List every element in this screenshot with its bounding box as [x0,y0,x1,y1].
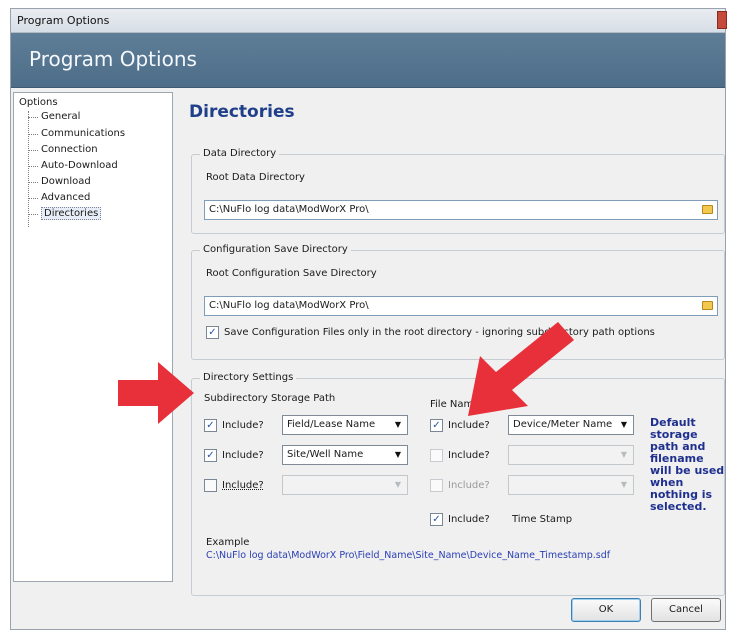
root-data-directory-field[interactable]: C:\NuFlo log data\ModWorX Pro\ [204,200,718,220]
ok-button[interactable]: OK [571,598,641,622]
subdir-select-3[interactable]: ▼ [282,475,408,495]
file-include-label-1: Include? [448,420,490,431]
data-directory-legend: Data Directory [200,148,280,159]
subdir-select-2[interactable]: Site/Well Name ▼ [282,445,408,465]
options-tree: Options General Communications Connectio… [13,92,173,582]
tree-item-advanced[interactable]: Advanced [28,191,90,205]
file-include-checkbox-2[interactable] [430,449,443,462]
file-include-label-3: Include? [448,480,490,491]
subdir-include-checkbox-3[interactable] [204,479,217,492]
config-directory-group: Configuration Save Directory Root Config… [191,244,725,360]
tree-item-label: Connection [41,144,98,155]
chevron-down-icon: ▼ [620,450,627,459]
file-select-1[interactable]: Device/Meter Name ▼ [508,415,634,435]
tree-item-directories[interactable]: Directories [28,207,102,221]
chevron-down-icon: ▼ [394,420,401,429]
file-select-value-1: Device/Meter Name [513,419,613,430]
window-title: Program Options [17,14,110,27]
chevron-down-icon: ▼ [620,480,627,489]
chevron-down-icon: ▼ [620,420,627,429]
tree-root-options[interactable]: Options [19,97,58,108]
chevron-down-icon: ▼ [394,450,401,459]
timestamp-label: Time Stamp [512,514,573,525]
file-include-checkbox-3[interactable] [430,479,443,492]
tree-item-label: Communications [41,128,126,139]
root-data-directory-value: C:\NuFlo log data\ModWorX Pro\ [209,204,369,215]
tree-item-communications[interactable]: Communications [28,127,125,141]
callout-arrow-right-icon [118,362,194,424]
subdir-select-value-2: Site/Well Name [287,449,364,460]
tree-item-label: Advanced [41,192,91,203]
example-path: C:\NuFlo log data\ModWorX Pro\Field_Name… [206,550,611,561]
chevron-down-icon: ▼ [394,480,401,489]
subdir-include-label-1: Include? [222,420,264,431]
tree-item-label: Download [41,176,91,187]
data-directory-group: Data Directory Root Data Directory C:\Nu… [191,148,725,234]
close-icon[interactable] [717,11,727,29]
timestamp-include-checkbox[interactable]: ✓ [430,513,443,526]
subdir-select-value-1: Field/Lease Name [287,419,376,430]
default-path-note: Default storage path and filename will b… [650,416,725,513]
file-include-checkbox-1[interactable]: ✓ [430,419,443,432]
save-in-root-label: Save Configuration Files only in the roo… [224,327,655,338]
tree-item-label: Auto-Download [41,160,118,171]
root-config-directory-value: C:\NuFlo log data\ModWorX Pro\ [209,300,369,311]
save-in-root-checkbox[interactable]: ✓ [206,326,219,339]
tree-item-auto-download[interactable]: Auto-Download [28,159,118,173]
root-config-directory-label: Root Configuration Save Directory [206,268,377,279]
folder-browse-icon[interactable] [702,301,713,310]
directory-settings-group: Directory Settings Subdirectory Storage … [191,372,725,596]
callout-arrow-down-left-icon [468,322,574,416]
program-options-window: Program Options Program Options Options … [10,8,727,630]
page-title: Directories [189,102,295,122]
directories-page: Directories Data Directory Root Data Dir… [177,92,725,596]
banner: Program Options [11,33,725,88]
timestamp-include-label: Include? [448,514,490,525]
folder-browse-icon[interactable] [702,205,713,214]
title-bar: Program Options [11,9,727,33]
tree-item-download[interactable]: Download [28,175,91,189]
file-select-2[interactable]: ▼ [508,445,634,465]
config-directory-legend: Configuration Save Directory [200,244,351,255]
subdir-select-1[interactable]: Field/Lease Name ▼ [282,415,408,435]
file-include-label-2: Include? [448,450,490,461]
tree-item-label: General [41,111,81,122]
subdirectory-path-title: Subdirectory Storage Path [204,393,336,404]
banner-title: Program Options [29,47,197,71]
tree-item-connection[interactable]: Connection [28,143,98,157]
subdir-include-checkbox-1[interactable]: ✓ [204,419,217,432]
subdir-include-label-2: Include? [222,450,264,461]
tree-item-label: Directories [41,207,102,220]
root-config-directory-field[interactable]: C:\NuFlo log data\ModWorX Pro\ [204,296,718,316]
file-select-3[interactable]: ▼ [508,475,634,495]
cancel-button[interactable]: Cancel [651,598,721,622]
subdir-include-label-3: Include? [222,480,264,491]
tree-item-general[interactable]: General [28,110,80,124]
directory-settings-legend: Directory Settings [200,372,297,383]
root-data-directory-label: Root Data Directory [206,172,305,183]
subdir-include-checkbox-2[interactable]: ✓ [204,449,217,462]
example-label: Example [206,537,250,548]
